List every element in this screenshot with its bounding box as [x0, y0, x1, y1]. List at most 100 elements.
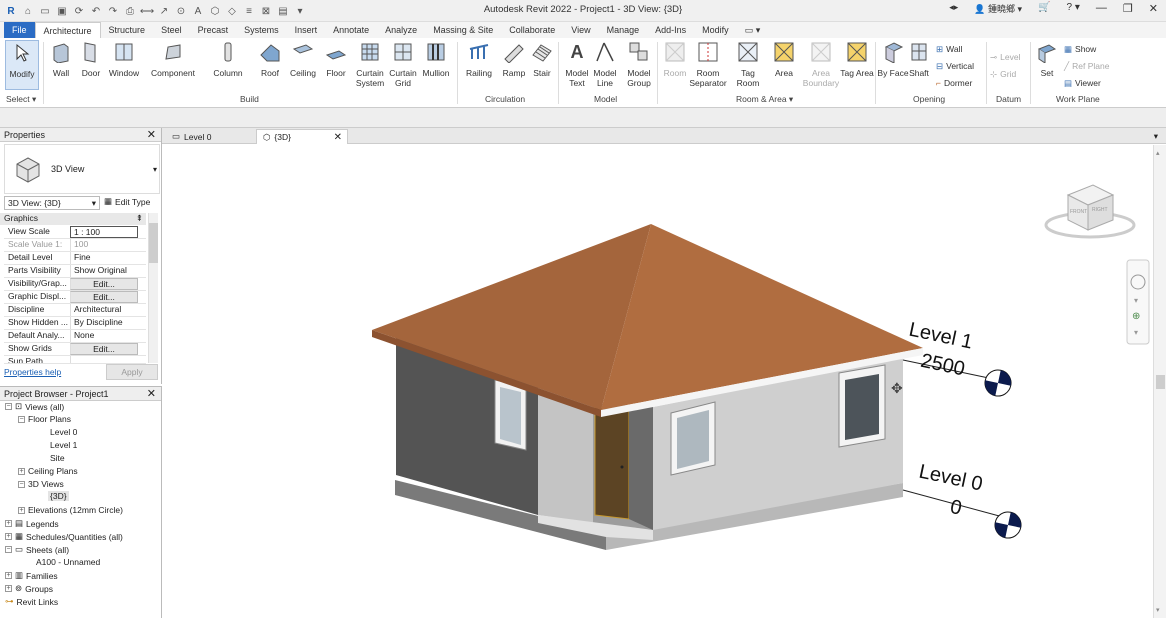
prop-row-detail-level[interactable]: Detail Level Fine [4, 252, 146, 265]
viewcube[interactable]: FRONT RIGHT [1044, 184, 1136, 239]
search-nav-icon[interactable]: ◂▸ [949, 2, 958, 15]
tab-file[interactable]: File [4, 22, 35, 38]
close-view-tab-icon[interactable]: ✕ [334, 132, 342, 143]
tree-node-level-0[interactable]: Level 0 [50, 427, 77, 437]
scroll-down-icon[interactable]: ▾ [1156, 606, 1160, 614]
prop-row-graphic-display[interactable]: Graphic Displ... Edit... [4, 291, 146, 304]
tag-room-button[interactable]: Tag Room [731, 40, 765, 88]
front-door[interactable] [594, 406, 630, 520]
component-button[interactable]: Component [148, 40, 198, 78]
railing-button[interactable]: Railing [462, 40, 496, 78]
tab-analyze[interactable]: Analyze [377, 22, 425, 38]
tab-architecture[interactable]: Architecture [34, 22, 101, 38]
mullion-button[interactable]: Mullion [419, 40, 453, 78]
prop-value[interactable]: By Discipline [70, 317, 138, 329]
right-window-1-glass[interactable] [677, 410, 709, 469]
tab-view[interactable]: View [563, 22, 598, 38]
prop-value[interactable] [70, 356, 138, 363]
scroll-thumb[interactable] [1156, 375, 1165, 389]
tree-node-3d-views[interactable]: −3D Views [18, 479, 64, 489]
tab-structure[interactable]: Structure [101, 22, 154, 38]
zoom-icon[interactable]: ⊕ [1132, 311, 1140, 322]
show-grids-edit-button[interactable]: Edit... [70, 343, 138, 355]
properties-scrollbar[interactable] [148, 213, 158, 363]
modify-button[interactable]: Modify [5, 40, 39, 90]
tree-node-ceiling-plans[interactable]: + Ceiling Plans [18, 466, 78, 476]
minimize-icon[interactable]: — [1096, 2, 1107, 15]
level-button[interactable]: ⊸ Level [990, 50, 1020, 64]
wall-opening-button[interactable]: ⊞ Wall [936, 42, 962, 56]
wall-button[interactable]: Wall [44, 40, 78, 78]
prop-row-visibility-graphics[interactable]: Visibility/Grap... Edit... [4, 278, 146, 291]
area-button[interactable]: Area [767, 40, 801, 78]
select-panel-label[interactable]: Select ▾ [6, 94, 36, 105]
tab-add-ins[interactable]: Add-Ins [647, 22, 694, 38]
area-boundary-button[interactable]: Area Boundary [801, 40, 841, 88]
scroll-up-icon[interactable]: ▴ [1156, 149, 1160, 157]
zoom-dropdown-icon[interactable]: ▾ [1134, 328, 1138, 337]
floor-button[interactable]: Floor [319, 40, 353, 78]
visibility-edit-button[interactable]: Edit... [70, 278, 138, 290]
tab-modify[interactable]: Modify [694, 22, 737, 38]
ref-plane-button[interactable]: ╱ Ref Plane [1064, 59, 1109, 73]
tree-node-views[interactable]: − ⊡ Views (all) [5, 401, 64, 412]
view-tab-menu-icon[interactable]: ▾ [1148, 129, 1164, 144]
model-line-button[interactable]: Model Line [588, 40, 622, 88]
tree-node-level-1[interactable]: Level 1 [50, 440, 77, 450]
tree-node-revit-links[interactable]: ⊶ Revit Links [5, 596, 58, 607]
collapse-icon[interactable]: − [18, 415, 25, 423]
cart-icon[interactable]: 🛒 [1038, 2, 1050, 15]
close-properties-icon[interactable]: ✕ [147, 128, 156, 141]
prop-value[interactable]: Architectural [70, 304, 138, 316]
scroll-thumb[interactable] [149, 223, 158, 263]
3d-viewport[interactable]: Level 1 2500 Level 0 0 ✥ FRONT RIGHT ▾ ⊕ [163, 145, 1153, 618]
expand-icon[interactable]: + [18, 467, 25, 475]
tree-node-legends[interactable]: + ▤ Legends [5, 518, 59, 529]
level-0-marker[interactable]: Level 0 0 [909, 461, 1030, 541]
expand-icon[interactable]: + [5, 585, 12, 592]
edit-type-button[interactable]: ▦ Edit Type [104, 196, 150, 207]
tree-node-site[interactable]: Site [50, 453, 65, 463]
shaft-button[interactable]: Shaft [902, 40, 936, 78]
left-window-glass[interactable] [500, 387, 521, 445]
collapse-icon[interactable]: − [18, 480, 25, 488]
tab-massing-site[interactable]: Massing & Site [425, 22, 501, 38]
vertical-opening-button[interactable]: ⊟ Vertical [936, 59, 974, 73]
user-icon[interactable]: 👤 鍾曉鄉 ▾ [974, 2, 1022, 15]
collapse-icon[interactable]: − [5, 546, 12, 553]
instance-filter-select[interactable]: 3D View: {3D} ▾ [4, 196, 100, 210]
expand-icon[interactable]: + [18, 506, 25, 514]
right-window-2-glass[interactable] [845, 374, 879, 440]
level-1-marker[interactable]: Level 1 2500 [899, 319, 1020, 399]
help-icon[interactable]: ? ▾ [1067, 2, 1080, 15]
tree-node-sheets[interactable]: − ▭ Sheets (all) [5, 544, 69, 555]
prop-value[interactable]: None [70, 330, 138, 342]
tree-node-3d[interactable]: {3D} [48, 491, 69, 501]
properties-help-link[interactable]: Properties help [4, 367, 61, 377]
roof-button[interactable]: Roof [253, 40, 287, 78]
window-button[interactable]: Window [106, 40, 142, 78]
prop-value[interactable]: Fine [70, 252, 138, 264]
stair-button[interactable]: Stair [525, 40, 559, 78]
prop-row-show-grids[interactable]: Show Grids Edit... [4, 343, 146, 356]
room-separator-button[interactable]: Room Separator [688, 40, 728, 88]
expand-icon[interactable]: + [5, 572, 12, 579]
dormer-button[interactable]: ⌐ Dormer [936, 76, 972, 90]
prop-value[interactable]: 1 : 100 [70, 226, 138, 238]
expand-icon[interactable]: + [5, 533, 12, 540]
room-button[interactable]: Room [658, 40, 692, 78]
graphic-display-edit-button[interactable]: Edit... [70, 291, 138, 303]
apply-button[interactable]: Apply [106, 364, 158, 380]
tree-node-families[interactable]: + ▥ Families [5, 570, 58, 581]
tree-node-schedules[interactable]: + ▦ Schedules/Quantities (all) [5, 531, 123, 542]
view-tab-3d[interactable]: ⬡ {3D} ✕ [256, 129, 348, 144]
prop-row-discipline[interactable]: Discipline Architectural [4, 304, 146, 317]
curtain-grid-button[interactable]: Curtain Grid [386, 40, 420, 88]
tree-node-a100[interactable]: A100 - Unnamed [36, 557, 100, 567]
level-1-elevation[interactable]: 2500 [919, 350, 967, 381]
ribbon-options-icon[interactable]: ▭ ▾ [737, 22, 769, 38]
prop-value[interactable]: Show Original [70, 265, 138, 277]
expand-icon[interactable]: + [5, 520, 12, 527]
tab-manage[interactable]: Manage [599, 22, 648, 38]
type-selector[interactable]: 3D View ▾ [4, 144, 160, 194]
